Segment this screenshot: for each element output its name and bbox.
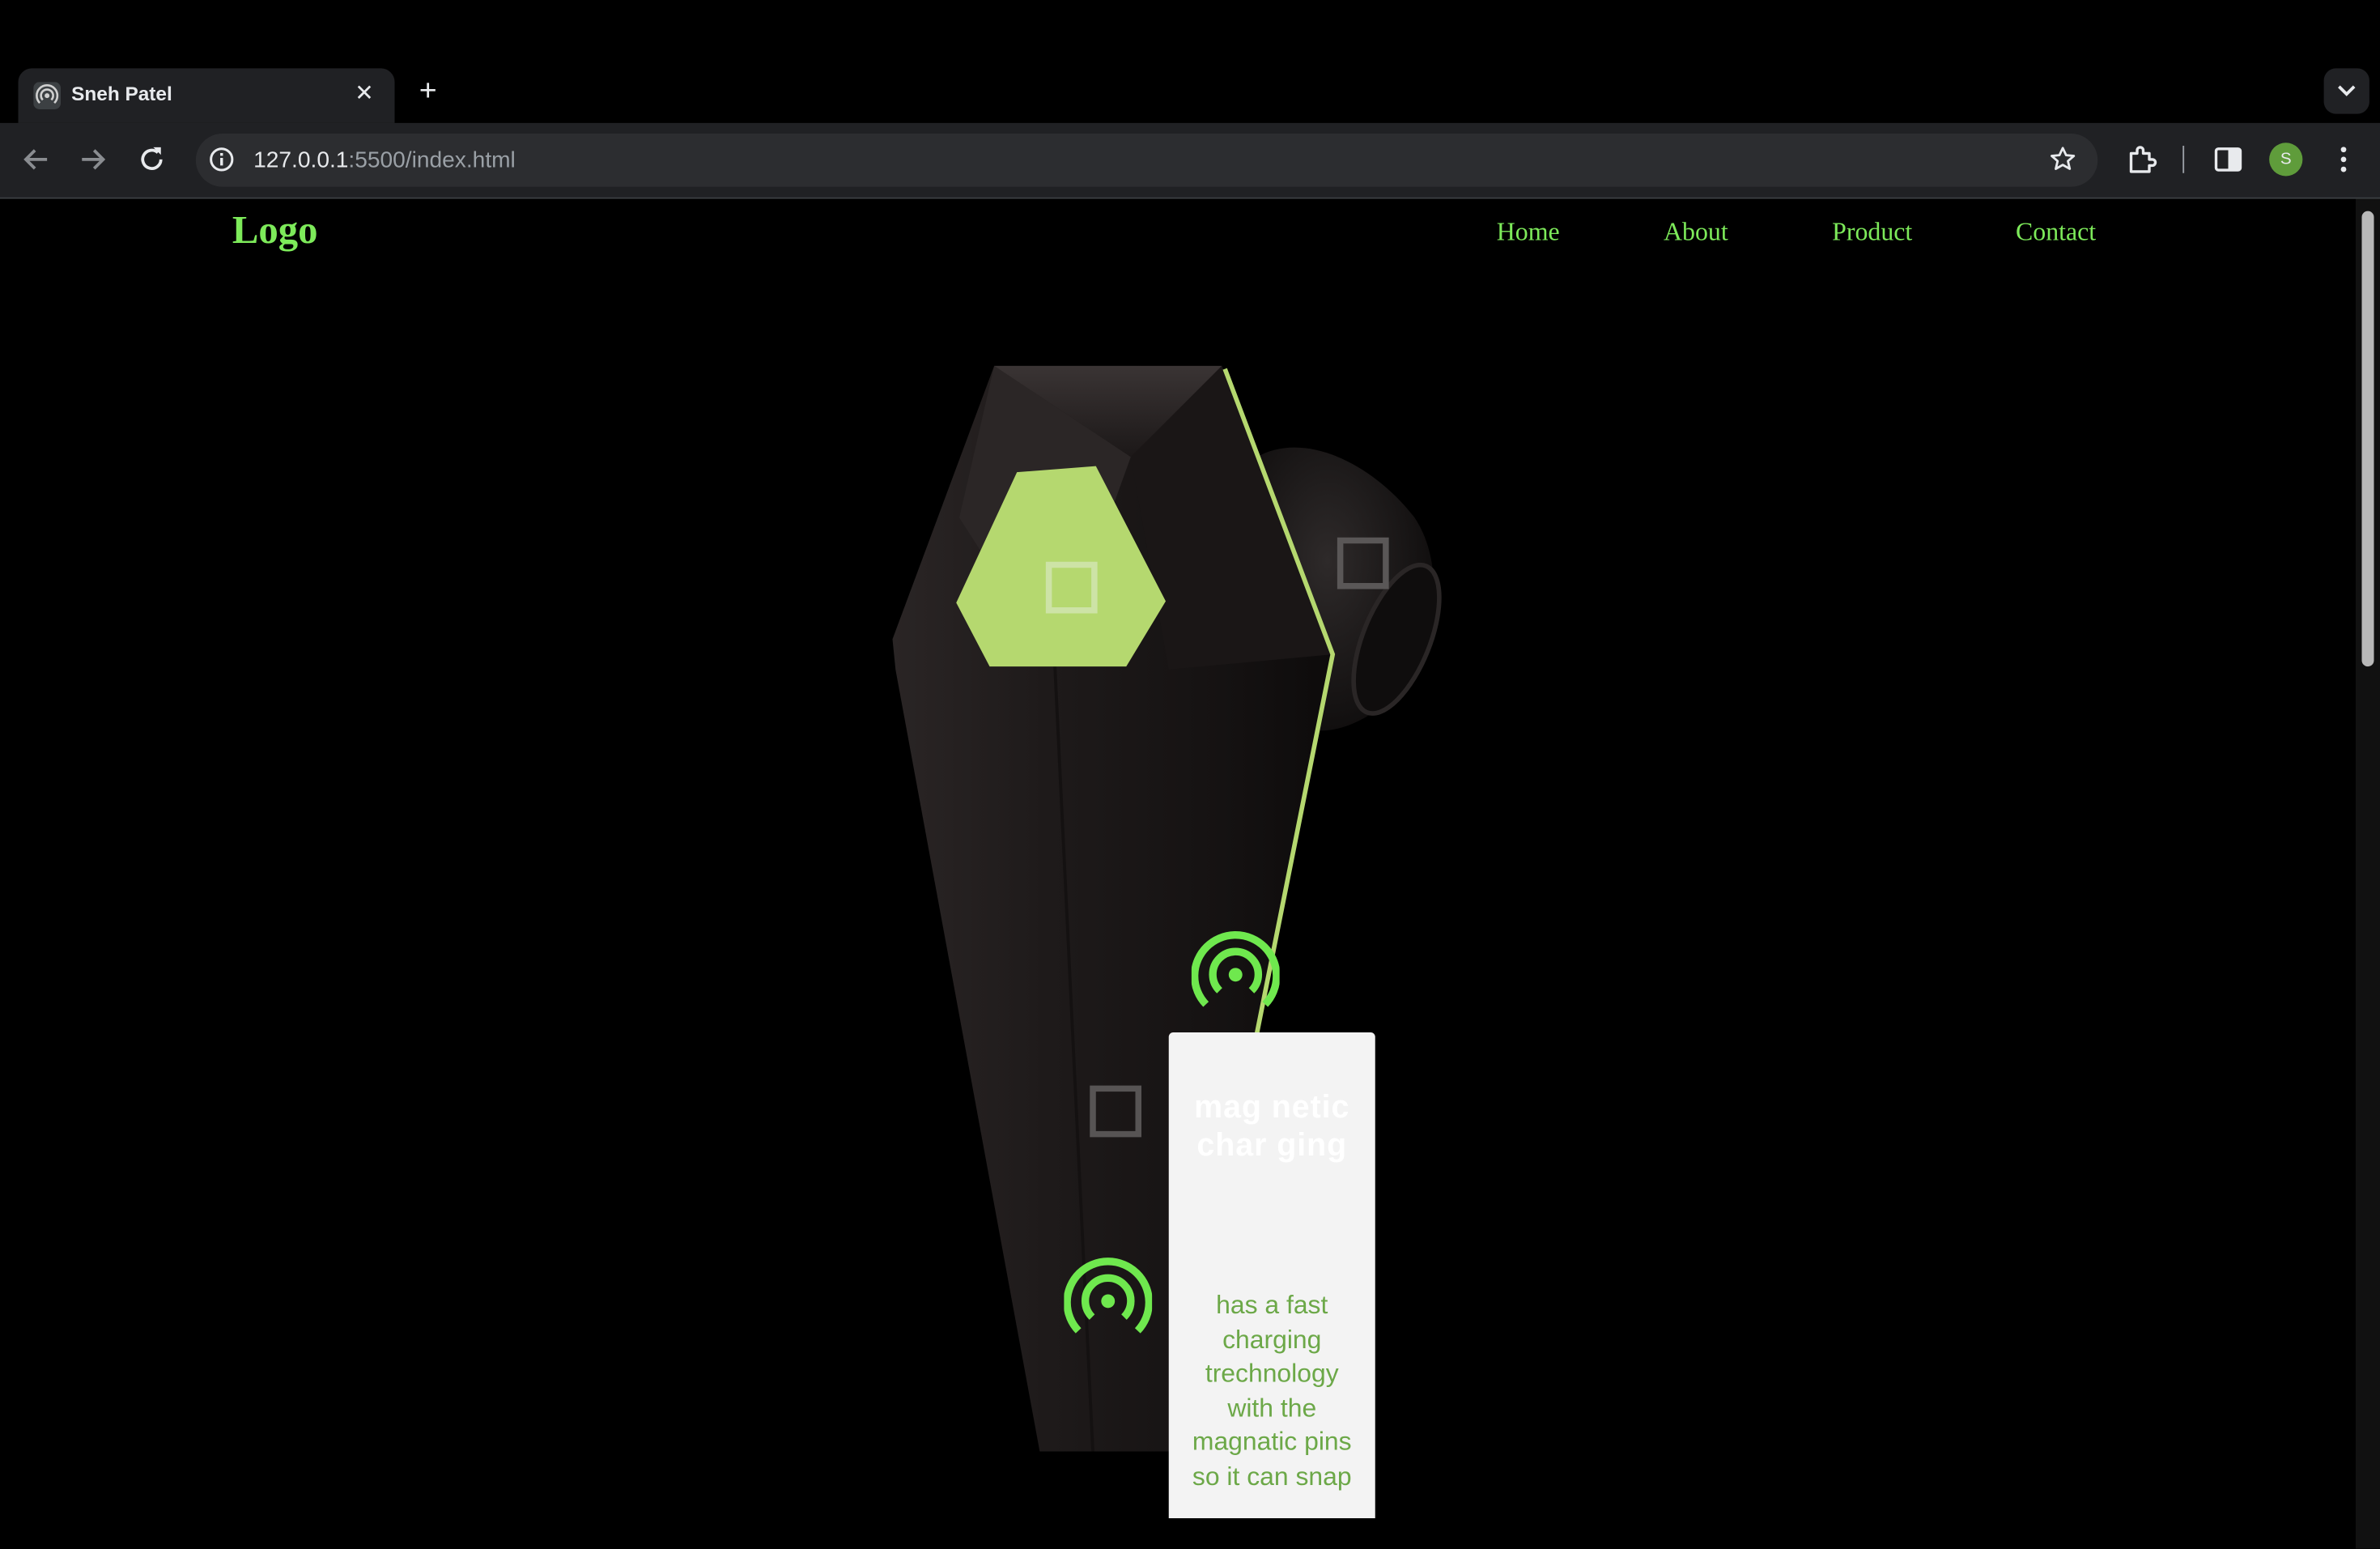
nav-home[interactable]: Home [1497, 217, 1560, 248]
broadcast-icon[interactable] [1064, 1257, 1153, 1346]
chevron-down-icon [2338, 85, 2356, 96]
url-text: 127.0.0.1:5500/index.html [253, 147, 516, 173]
profile-avatar[interactable]: S [2269, 143, 2303, 177]
site-info-icon[interactable] [208, 146, 236, 173]
url-path: :5500/index.html [348, 147, 516, 173]
feature-info-card: mag netic char ging has a fast charging … [1168, 1032, 1375, 1518]
browser-toolbar: 127.0.0.1:5500/index.html S [0, 122, 2380, 199]
nav-contact[interactable]: Contact [2016, 217, 2096, 248]
tab-close-icon[interactable]: ✕ [349, 79, 380, 110]
scrollbar-thumb[interactable] [2361, 211, 2374, 667]
reload-icon[interactable] [134, 141, 170, 177]
screen: Sneh Patel ✕ + 127.0.0.1:5500/index.html… [0, 0, 2380, 1549]
square-marker[interactable] [1090, 1085, 1141, 1138]
back-arrow-icon[interactable] [19, 141, 55, 177]
feature-description: has a fast charging trechnology with the… [1192, 1290, 1352, 1491]
broadcast-favicon-icon [33, 82, 61, 109]
more-menu-icon[interactable] [2326, 141, 2362, 177]
feature-title: mag netic char ging [1194, 1090, 1350, 1164]
nav-about[interactable]: About [1664, 217, 1728, 248]
site-logo[interactable]: Logo [232, 208, 318, 253]
address-bar[interactable]: 127.0.0.1:5500/index.html [195, 134, 2098, 187]
tab-strip: Sneh Patel ✕ + [0, 0, 2380, 123]
broadcast-icon[interactable] [1191, 930, 1280, 1019]
browser-tab[interactable]: Sneh Patel ✕ [18, 68, 395, 123]
tab-search-button[interactable] [2323, 68, 2369, 114]
tab-title: Sneh Patel [71, 82, 172, 105]
extensions-puzzle-icon[interactable] [2123, 141, 2160, 177]
new-tab-button[interactable]: + [410, 73, 446, 109]
square-marker[interactable] [1045, 561, 1098, 614]
square-marker[interactable] [1337, 537, 1389, 589]
bookmark-star-icon[interactable] [2049, 146, 2076, 173]
nav-product[interactable]: Product [1832, 217, 1912, 248]
forward-arrow-icon[interactable] [74, 141, 111, 177]
toolbar-separator [2182, 146, 2185, 173]
page-viewport: Logo Home About Product Contact mag neti… [0, 198, 2356, 1549]
url-host: 127.0.0.1 [253, 147, 349, 173]
side-panel-icon[interactable] [2210, 141, 2246, 177]
